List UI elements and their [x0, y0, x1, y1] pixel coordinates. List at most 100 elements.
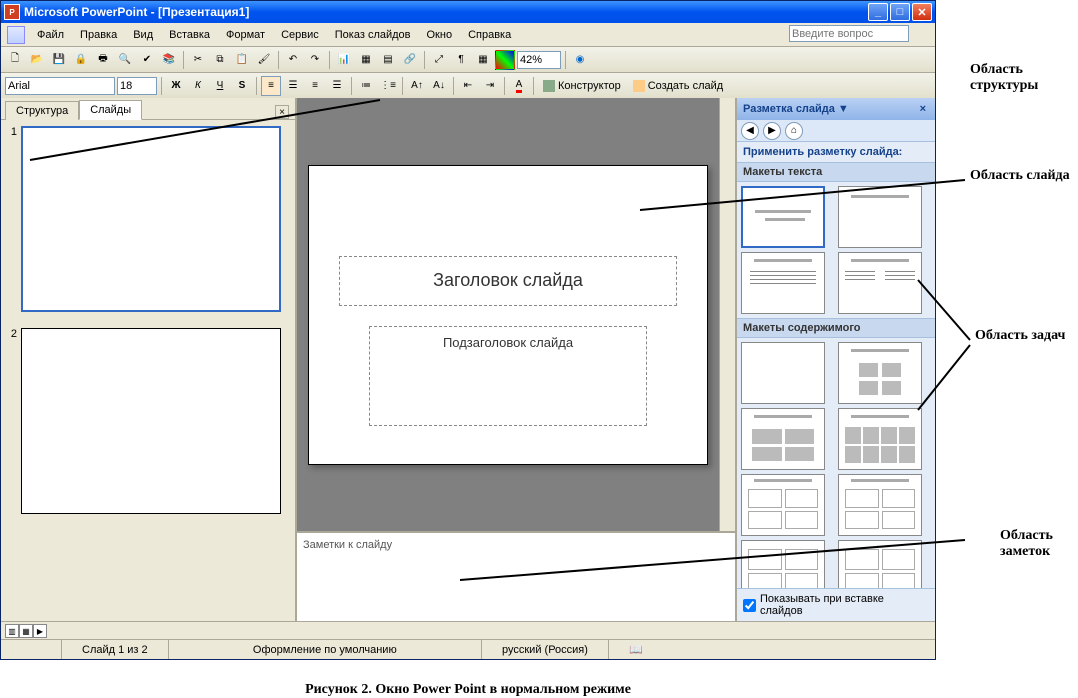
- underline-icon[interactable]: Ч: [210, 76, 230, 96]
- minimize-button[interactable]: _: [868, 3, 888, 21]
- help-icon[interactable]: ◉: [570, 50, 590, 70]
- zoom-select[interactable]: [517, 51, 561, 69]
- font-size-select[interactable]: [117, 77, 157, 95]
- numbered-list-icon[interactable]: ≔: [356, 76, 376, 96]
- vertical-scrollbar[interactable]: [719, 98, 735, 531]
- close-button[interactable]: ✕: [912, 3, 932, 21]
- grid-icon[interactable]: ▦: [473, 50, 493, 70]
- increase-indent-icon[interactable]: ⇥: [480, 76, 500, 96]
- menu-file[interactable]: Файл: [29, 27, 72, 43]
- layout-two-content[interactable]: [838, 408, 922, 470]
- new-icon[interactable]: 🗋: [5, 50, 25, 70]
- align-center-icon[interactable]: ☰: [283, 76, 303, 96]
- figure-caption: Рисунок 2. Окно Power Point в нормальном…: [0, 682, 936, 698]
- bullet-list-icon[interactable]: ⋮≡: [378, 76, 398, 96]
- taskpane-dropdown-icon[interactable]: ▼: [835, 103, 852, 115]
- nav-home-icon[interactable]: ⌂: [785, 122, 803, 140]
- italic-icon[interactable]: К: [188, 76, 208, 96]
- ask-box: [789, 25, 929, 43]
- color-grayscale-icon[interactable]: [495, 50, 515, 70]
- slide-thumbnail-2[interactable]: [21, 328, 281, 514]
- status-language: русский (Россия): [481, 640, 608, 659]
- menu-service[interactable]: Сервис: [273, 27, 327, 43]
- nav-forward-icon[interactable]: ▶: [763, 122, 781, 140]
- nav-back-icon[interactable]: ◀: [741, 122, 759, 140]
- spell-icon[interactable]: ✔: [137, 50, 157, 70]
- status-spelling-icon[interactable]: 📖: [608, 640, 663, 659]
- layout-four-content-2[interactable]: [838, 474, 922, 536]
- save-icon[interactable]: 💾: [49, 50, 69, 70]
- drawing-toolbar: ▥ ▦ ▶: [1, 621, 935, 639]
- slide-thumbnail-1[interactable]: [21, 126, 281, 312]
- doc-window-icon[interactable]: [7, 26, 25, 44]
- increase-font-icon[interactable]: A↑: [407, 76, 427, 96]
- designer-button[interactable]: Конструктор: [538, 76, 626, 96]
- permission-icon[interactable]: 🔒: [71, 50, 91, 70]
- decrease-indent-icon[interactable]: ⇤: [458, 76, 478, 96]
- thumbnails-list[interactable]: 1 2: [1, 120, 295, 621]
- redo-icon[interactable]: ↷: [305, 50, 325, 70]
- chart-icon[interactable]: 📊: [334, 50, 354, 70]
- annot-notes: Область заметок: [1000, 528, 1078, 560]
- layout-four-content[interactable]: [741, 474, 825, 536]
- paste-icon[interactable]: 📋: [232, 50, 252, 70]
- menu-help[interactable]: Справка: [460, 27, 519, 43]
- taskpane-close-icon[interactable]: ×: [917, 103, 929, 115]
- layout-row-a[interactable]: [741, 540, 825, 588]
- justify-icon[interactable]: ☰: [327, 76, 347, 96]
- undo-icon[interactable]: ↶: [283, 50, 303, 70]
- menu-slideshow[interactable]: Показ слайдов: [327, 27, 419, 43]
- open-icon[interactable]: 📂: [27, 50, 47, 70]
- align-left-icon[interactable]: ≡: [261, 76, 281, 96]
- decrease-font-icon[interactable]: A↓: [429, 76, 449, 96]
- new-slide-button[interactable]: Создать слайд: [628, 76, 728, 96]
- slide-canvas[interactable]: Заголовок слайда Подзаголовок слайда: [308, 165, 708, 465]
- layout-blank[interactable]: [741, 342, 825, 404]
- standard-toolbar: 🗋 📂 💾 🔒 🖶 🔍 ✔ 📚 ✂ ⧉ 📋 🖌 ↶ ↷ 📊 ▦ ▤ 🔗 ⤢ ¶ …: [1, 47, 935, 73]
- align-right-icon[interactable]: ≡: [305, 76, 325, 96]
- copy-icon[interactable]: ⧉: [210, 50, 230, 70]
- preview-icon[interactable]: 🔍: [115, 50, 135, 70]
- layout-title-text[interactable]: [741, 252, 825, 314]
- ask-input[interactable]: [789, 25, 909, 42]
- menu-insert[interactable]: Вставка: [161, 27, 218, 43]
- font-color-icon[interactable]: A: [509, 76, 529, 96]
- layout-two-text[interactable]: [838, 252, 922, 314]
- shadow-icon[interactable]: S: [232, 76, 252, 96]
- layout-row-b[interactable]: [838, 540, 922, 588]
- format-painter-icon[interactable]: 🖌: [254, 50, 274, 70]
- layout-title-content[interactable]: [741, 408, 825, 470]
- hyperlink-icon[interactable]: 🔗: [400, 50, 420, 70]
- layout-title-only[interactable]: [838, 186, 922, 248]
- body-area: Структура Слайды × 1 2 Заголов: [1, 98, 935, 621]
- status-slide-count: Слайд 1 из 2: [61, 640, 168, 659]
- show-formatting-icon[interactable]: ¶: [451, 50, 471, 70]
- notes-pane[interactable]: Заметки к слайду: [297, 531, 735, 621]
- layout-title-slide[interactable]: [741, 186, 825, 248]
- tab-structure[interactable]: Структура: [5, 101, 79, 120]
- taskpane-header: Разметка слайда ▼ ×: [737, 98, 935, 120]
- font-select[interactable]: [5, 77, 115, 95]
- cut-icon[interactable]: ✂: [188, 50, 208, 70]
- show-on-insert-checkbox[interactable]: [743, 599, 756, 612]
- title-placeholder[interactable]: Заголовок слайда: [339, 256, 677, 306]
- sorter-view-icon[interactable]: ▦: [19, 624, 33, 638]
- slideshow-view-icon[interactable]: ▶: [33, 624, 47, 638]
- layout-content[interactable]: [838, 342, 922, 404]
- subtitle-placeholder[interactable]: Подзаголовок слайда: [369, 326, 647, 426]
- menu-view[interactable]: Вид: [125, 27, 161, 43]
- tables-borders-icon[interactable]: ▤: [378, 50, 398, 70]
- maximize-button[interactable]: □: [890, 3, 910, 21]
- menu-window[interactable]: Окно: [419, 27, 461, 43]
- slide-editor[interactable]: Заголовок слайда Подзаголовок слайда: [297, 98, 719, 531]
- menu-format[interactable]: Формат: [218, 27, 273, 43]
- pane-close-icon[interactable]: ×: [275, 105, 289, 119]
- research-icon[interactable]: 📚: [159, 50, 179, 70]
- expand-icon[interactable]: ⤢: [429, 50, 449, 70]
- menu-edit[interactable]: Правка: [72, 27, 125, 43]
- print-icon[interactable]: 🖶: [93, 50, 113, 70]
- bold-icon[interactable]: Ж: [166, 76, 186, 96]
- table-icon[interactable]: ▦: [356, 50, 376, 70]
- normal-view-icon[interactable]: ▥: [5, 624, 19, 638]
- tab-slides[interactable]: Слайды: [79, 100, 142, 120]
